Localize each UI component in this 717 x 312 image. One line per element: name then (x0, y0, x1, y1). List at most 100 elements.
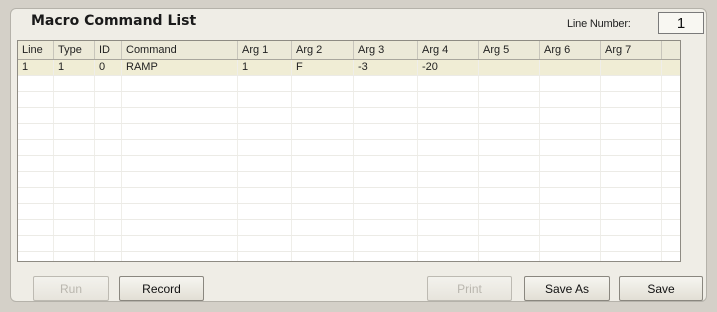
empty-table-row[interactable] (18, 156, 680, 172)
empty-cell[interactable] (18, 156, 54, 171)
empty-cell[interactable] (292, 220, 354, 235)
empty-cell[interactable] (479, 156, 540, 171)
empty-cell[interactable] (54, 140, 95, 155)
column-header-type[interactable]: Type (54, 41, 95, 59)
empty-cell[interactable] (95, 108, 122, 123)
empty-cell[interactable] (540, 92, 601, 107)
empty-table-row[interactable] (18, 124, 680, 140)
empty-cell[interactable] (540, 252, 601, 261)
empty-cell[interactable] (238, 124, 292, 139)
empty-cell[interactable] (238, 140, 292, 155)
empty-cell[interactable] (354, 76, 418, 91)
empty-cell[interactable] (122, 188, 238, 203)
empty-cell[interactable] (54, 124, 95, 139)
record-button[interactable]: Record (119, 276, 204, 301)
column-header-arg4[interactable]: Arg 4 (418, 41, 479, 59)
empty-cell[interactable] (418, 124, 479, 139)
cell-arg5[interactable] (479, 60, 540, 75)
empty-cell[interactable] (479, 252, 540, 261)
empty-cell[interactable] (292, 92, 354, 107)
empty-cell[interactable] (479, 108, 540, 123)
empty-cell[interactable] (418, 92, 479, 107)
empty-cell[interactable] (18, 188, 54, 203)
empty-cell[interactable] (479, 220, 540, 235)
empty-cell[interactable] (601, 172, 662, 187)
empty-cell[interactable] (418, 220, 479, 235)
empty-cell[interactable] (122, 124, 238, 139)
empty-table-row[interactable] (18, 252, 680, 261)
empty-cell[interactable] (238, 188, 292, 203)
empty-table-row[interactable] (18, 108, 680, 124)
empty-cell[interactable] (238, 204, 292, 219)
empty-cell[interactable] (354, 252, 418, 261)
empty-cell[interactable] (354, 124, 418, 139)
empty-cell[interactable] (292, 188, 354, 203)
cell-command[interactable]: RAMP (122, 60, 238, 75)
cell-arg6[interactable] (540, 60, 601, 75)
empty-cell[interactable] (18, 252, 54, 261)
empty-cell[interactable] (601, 108, 662, 123)
empty-cell[interactable] (418, 76, 479, 91)
empty-cell[interactable] (601, 124, 662, 139)
empty-cell[interactable] (54, 204, 95, 219)
empty-cell[interactable] (292, 172, 354, 187)
empty-cell[interactable] (354, 108, 418, 123)
empty-cell[interactable] (122, 252, 238, 261)
empty-cell[interactable] (418, 172, 479, 187)
empty-cell[interactable] (18, 124, 54, 139)
empty-table-row[interactable] (18, 204, 680, 220)
empty-cell[interactable] (354, 220, 418, 235)
empty-cell[interactable] (122, 140, 238, 155)
empty-cell[interactable] (479, 204, 540, 219)
empty-cell[interactable] (18, 76, 54, 91)
line-number-field[interactable]: 1 (658, 12, 704, 34)
empty-cell[interactable] (18, 92, 54, 107)
column-header-arg7[interactable]: Arg 7 (601, 41, 662, 59)
empty-cell[interactable] (122, 76, 238, 91)
empty-cell[interactable] (418, 236, 479, 251)
empty-cell[interactable] (54, 156, 95, 171)
column-header-command[interactable]: Command (122, 41, 238, 59)
empty-cell[interactable] (54, 236, 95, 251)
empty-cell[interactable] (54, 188, 95, 203)
empty-cell[interactable] (54, 76, 95, 91)
empty-cell[interactable] (601, 156, 662, 171)
empty-cell[interactable] (354, 236, 418, 251)
empty-cell[interactable] (54, 172, 95, 187)
empty-cell[interactable] (540, 172, 601, 187)
cell-arg3[interactable]: -3 (354, 60, 418, 75)
empty-cell[interactable] (418, 252, 479, 261)
empty-cell[interactable] (238, 92, 292, 107)
empty-cell[interactable] (54, 92, 95, 107)
empty-cell[interactable] (540, 76, 601, 91)
run-button[interactable]: Run (33, 276, 109, 301)
column-header-arg2[interactable]: Arg 2 (292, 41, 354, 59)
empty-cell[interactable] (18, 172, 54, 187)
empty-cell[interactable] (540, 156, 601, 171)
empty-cell[interactable] (540, 188, 601, 203)
empty-cell[interactable] (601, 188, 662, 203)
empty-cell[interactable] (479, 92, 540, 107)
empty-cell[interactable] (95, 220, 122, 235)
empty-cell[interactable] (292, 204, 354, 219)
empty-cell[interactable] (601, 204, 662, 219)
empty-cell[interactable] (122, 172, 238, 187)
column-header-arg3[interactable]: Arg 3 (354, 41, 418, 59)
empty-cell[interactable] (479, 236, 540, 251)
empty-cell[interactable] (418, 204, 479, 219)
column-header-id[interactable]: ID (95, 41, 122, 59)
empty-cell[interactable] (238, 220, 292, 235)
empty-cell[interactable] (18, 236, 54, 251)
empty-cell[interactable] (18, 140, 54, 155)
empty-cell[interactable] (95, 188, 122, 203)
cell-arg7[interactable] (601, 60, 662, 75)
empty-cell[interactable] (95, 172, 122, 187)
empty-table-row[interactable] (18, 140, 680, 156)
save-as-button[interactable]: Save As (524, 276, 610, 301)
empty-cell[interactable] (418, 140, 479, 155)
empty-cell[interactable] (418, 156, 479, 171)
empty-cell[interactable] (238, 236, 292, 251)
cell-line[interactable]: 1 (18, 60, 54, 75)
empty-cell[interactable] (18, 204, 54, 219)
empty-cell[interactable] (95, 236, 122, 251)
